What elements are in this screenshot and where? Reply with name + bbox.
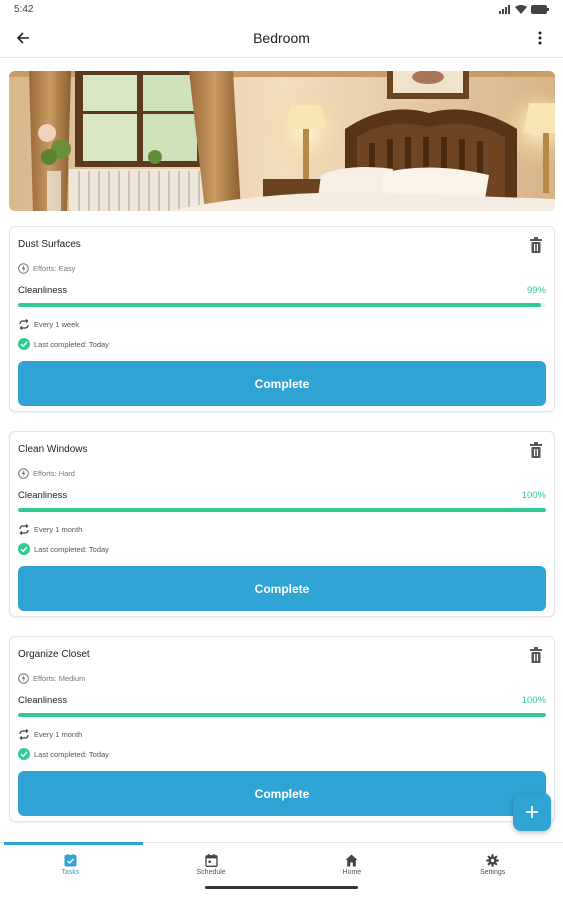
room-image (9, 71, 555, 211)
effort-row: Efforts: Hard (18, 468, 75, 479)
page-title: Bedroom (253, 29, 310, 46)
repeat-icon (19, 524, 29, 535)
cleanliness-percent: 99% (526, 285, 546, 296)
task-card: Dust Surfaces Efforts: Easy Cleanliness … (9, 226, 555, 412)
app-bar: Bedroom (0, 18, 563, 58)
cleanliness-label: Cleanliness (18, 285, 68, 296)
cleanliness-percent: 100% (521, 695, 546, 706)
complete-button[interactable]: Complete (18, 361, 546, 406)
repeat-icon (19, 319, 29, 330)
system-home-indicator (205, 886, 358, 889)
effort-icon (18, 468, 29, 479)
last-completed-label: Last completed: Today (34, 339, 109, 349)
effort-label: Efforts: Hard (33, 469, 75, 478)
effort-icon (18, 263, 29, 274)
trash-icon[interactable] (529, 647, 543, 663)
frequency-row: Every 1 month (18, 524, 82, 535)
bottom-nav: Tasks Schedule Home Settings (0, 842, 563, 880)
nav-label-schedule: Schedule (196, 868, 226, 876)
gear-icon (486, 853, 499, 867)
task-card: Clean Windows Efforts: Hard Cleanliness … (9, 431, 555, 617)
calendar-icon (204, 853, 218, 867)
status-time: 5:42 (14, 3, 34, 15)
frequency-label: Every 1 month (34, 730, 83, 739)
signal-icon (499, 4, 510, 14)
cleanliness-progress-bar (18, 508, 546, 512)
frequency-label: Every 1 week (34, 320, 80, 329)
trash-icon[interactable] (529, 237, 543, 253)
check-circle-icon (18, 338, 30, 350)
frequency-row: Every 1 month (18, 729, 82, 740)
effort-label: Efforts: Medium (33, 674, 86, 683)
frequency-label: Every 1 month (34, 525, 83, 534)
nav-label-tasks: Tasks (61, 868, 80, 876)
more-vert-icon (538, 31, 542, 44)
frequency-row: Every 1 week (18, 319, 79, 330)
cleanliness-progress-fill (18, 713, 546, 717)
task-card: Organize Closet Efforts: Medium Cleanlin… (9, 636, 555, 822)
check-circle-icon (18, 748, 30, 760)
nav-item-settings[interactable]: Settings (422, 843, 563, 880)
cleanliness-progress-fill (18, 303, 541, 307)
cleanliness-progress-bar (18, 303, 546, 307)
last-completed-row: Last completed: Today (18, 543, 109, 555)
check-circle-icon (18, 543, 30, 555)
arrow-left-icon (16, 31, 29, 44)
battery-icon (531, 4, 549, 14)
nav-label-settings: Settings (479, 868, 506, 876)
back-button[interactable] (12, 27, 34, 49)
last-completed-label: Last completed: Today (34, 749, 109, 759)
cleanliness-progress-fill (18, 508, 546, 512)
cleanliness-percent: 100% (521, 490, 546, 501)
nav-item-home[interactable]: Home (282, 843, 423, 880)
task-title: Organize Closet (18, 649, 90, 660)
effort-row: Efforts: Easy (18, 263, 75, 274)
add-task-button[interactable] (513, 793, 551, 831)
complete-button[interactable]: Complete (18, 771, 546, 816)
repeat-icon (19, 729, 29, 740)
bedroom-illustration (9, 71, 555, 211)
home-icon (345, 854, 358, 866)
tasks-icon (64, 853, 77, 866)
status-bar: 5:42 (0, 0, 563, 18)
status-icons (499, 4, 549, 14)
last-completed-row: Last completed: Today (18, 748, 109, 760)
complete-button[interactable]: Complete (18, 566, 546, 611)
last-completed-label: Last completed: Today (34, 544, 109, 554)
trash-icon[interactable] (529, 442, 543, 458)
effort-label: Efforts: Easy (33, 264, 76, 273)
plus-icon (526, 806, 538, 818)
cleanliness-label: Cleanliness (18, 490, 68, 501)
nav-item-tasks[interactable]: Tasks (0, 843, 141, 880)
cleanliness-label: Cleanliness (18, 695, 68, 706)
cleanliness-progress-bar (18, 713, 546, 717)
effort-icon (18, 673, 29, 684)
task-title: Clean Windows (18, 444, 88, 455)
effort-row: Efforts: Medium (18, 673, 85, 684)
last-completed-row: Last completed: Today (18, 338, 109, 350)
nav-item-schedule[interactable]: Schedule (141, 843, 282, 880)
wifi-icon (515, 4, 527, 14)
nav-label-home: Home (342, 868, 362, 876)
task-list[interactable]: Dust Surfaces Efforts: Easy Cleanliness … (0, 58, 563, 842)
more-options-button[interactable] (529, 27, 551, 49)
active-tab-indicator (4, 842, 143, 845)
task-title: Dust Surfaces (18, 239, 81, 250)
